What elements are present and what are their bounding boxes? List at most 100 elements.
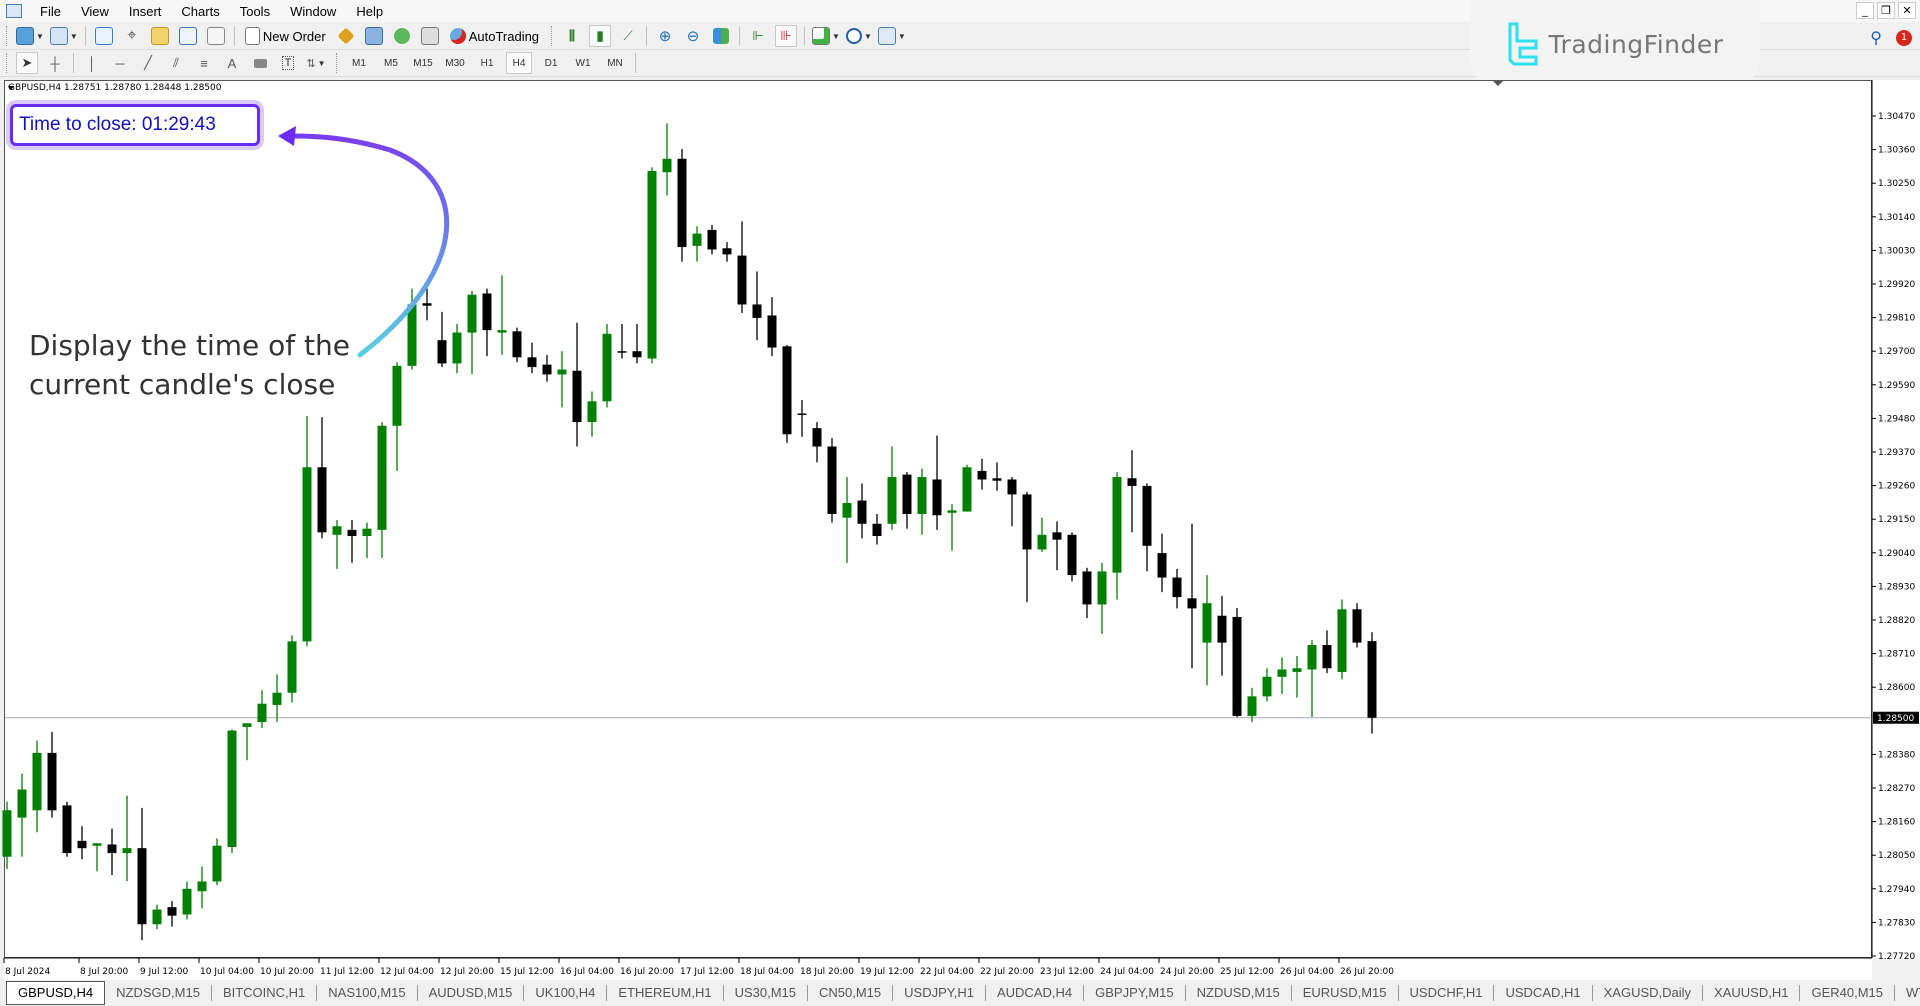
- time-tick-label: 22 Jul 20:00: [980, 967, 1034, 977]
- time-tick-label: 10 Jul 20:00: [260, 967, 314, 977]
- time-tick-label: 24 Jul 20:00: [1160, 967, 1214, 977]
- candle-body: [1337, 609, 1347, 672]
- candle-body: [1262, 676, 1272, 697]
- candle-body: [347, 529, 357, 536]
- price-tick-label: 1.29040: [1878, 549, 1915, 559]
- price-tick-label: 1.29810: [1878, 314, 1915, 324]
- price-tick-label: 1.28380: [1878, 750, 1915, 760]
- candle-body: [122, 848, 132, 854]
- symbol-tab[interactable]: XAUUSD,H1: [1703, 985, 1801, 1001]
- candle-body: [1082, 571, 1092, 605]
- candle-body: [1052, 532, 1062, 540]
- annotation-text: Display the time of the current candle's…: [29, 326, 350, 404]
- symbol-tab[interactable]: USDCHF,H1: [1399, 985, 1495, 1001]
- symbol-tab[interactable]: GBPUSD,H4: [6, 981, 106, 1005]
- time-tick-label: 19 Jul 12:00: [860, 967, 914, 977]
- symbol-tab[interactable]: NZDUSD,M15: [1186, 985, 1292, 1001]
- candle-body: [557, 369, 567, 375]
- candle-body: [1142, 485, 1152, 546]
- candle-body: [1232, 616, 1242, 716]
- price-tick-label: 1.29260: [1878, 482, 1915, 492]
- candle-body: [197, 881, 207, 892]
- annotation-line-2: current candle's close: [29, 368, 336, 401]
- candle-body: [77, 840, 87, 849]
- candle-body: [857, 500, 867, 524]
- symbol-tab[interactable]: ETHEREUM,H1: [607, 985, 724, 1001]
- symbol-tab[interactable]: UK100,H4: [524, 985, 608, 1001]
- candle-body: [692, 233, 702, 246]
- price-tick-label: 1.29590: [1878, 381, 1915, 391]
- candle-body: [32, 752, 42, 811]
- symbol-tab[interactable]: NZDSGD,M15: [105, 985, 212, 1001]
- time-tick-label: 17 Jul 12:00: [680, 967, 734, 977]
- candle-body: [1367, 641, 1377, 718]
- price-tick-label: 1.27720: [1878, 952, 1915, 962]
- time-tick-label: 12 Jul 20:00: [440, 967, 494, 977]
- symbol-tab[interactable]: AUDCAD,H4: [986, 985, 1085, 1001]
- time-tick-label: 9 Jul 12:00: [140, 967, 189, 977]
- candle-body: [1097, 571, 1107, 605]
- symbol-tab[interactable]: BITCOINC,H1: [212, 985, 318, 1001]
- candle-body: [362, 528, 372, 536]
- candle-body: [182, 888, 192, 915]
- candle-body: [2, 810, 12, 857]
- time-tick-label: 25 Jul 12:00: [1220, 967, 1274, 977]
- candle-body: [1292, 668, 1302, 672]
- time-tick-label: 15 Jul 12:00: [500, 967, 554, 977]
- candle-body: [17, 789, 27, 818]
- candle-body: [782, 346, 792, 435]
- candlestick-chart: 1.30470 1.30360 1.30250 1.30140 1.30030 1.299…: [2, 80, 1919, 977]
- symbol-tab[interactable]: AUDUSD,M15: [418, 985, 525, 1001]
- symbol-tab[interactable]: EURUSD,M15: [1292, 985, 1399, 1001]
- candle-body: [572, 370, 582, 423]
- symbol-tab[interactable]: GER40,M15: [1800, 985, 1895, 1001]
- price-tick-label: 1.29150: [1878, 515, 1915, 525]
- symbol-tab[interactable]: NAS100,M15: [317, 985, 418, 1001]
- price-tick-label: 1.28820: [1878, 616, 1915, 626]
- candle-body: [1202, 603, 1212, 643]
- candle-body: [1217, 615, 1227, 643]
- candle-body: [452, 332, 462, 364]
- candle-body: [1307, 645, 1317, 670]
- price-tick-label: 1.30360: [1878, 146, 1915, 156]
- candle-body: [1022, 494, 1032, 550]
- price-tick-label: 1.30140: [1878, 213, 1915, 223]
- candle-body: [227, 730, 237, 847]
- candle-body: [722, 248, 732, 255]
- price-tick-label: 1.29480: [1878, 414, 1915, 424]
- candle-body: [797, 413, 807, 416]
- symbol-tab[interactable]: XAGUSD,Daily: [1593, 985, 1704, 1001]
- time-tick-label: 8 Jul 2024: [5, 967, 50, 977]
- time-to-close-label: Time to close: 01:29:43: [10, 104, 260, 146]
- candle-body: [137, 848, 147, 925]
- time-tick-label: 24 Jul 04:00: [1100, 967, 1154, 977]
- symbol-tab[interactable]: WTI,H4: [1895, 985, 1920, 1001]
- candle-body: [287, 641, 297, 693]
- candle-body: [1352, 609, 1362, 643]
- chart-symbol-header: GBPUSD,H4 1.28751 1.28780 1.28448 1.2850…: [8, 83, 222, 93]
- time-tick-label: 12 Jul 04:00: [380, 967, 434, 977]
- time-tick-label: 26 Jul 04:00: [1280, 967, 1334, 977]
- candle-body: [467, 294, 477, 333]
- symbol-tab[interactable]: GBPJPY,M15: [1084, 985, 1186, 1001]
- candle-body: [1322, 645, 1332, 669]
- time-tick-label: 8 Jul 20:00: [80, 967, 129, 977]
- symbol-tab[interactable]: US30,M15: [724, 985, 808, 1001]
- candle-body: [317, 467, 327, 533]
- candle-body: [1247, 696, 1257, 716]
- candle-body: [977, 470, 987, 480]
- candle-body: [632, 351, 642, 358]
- price-tick-label: 1.28160: [1878, 818, 1915, 828]
- symbol-tab[interactable]: CN50,M15: [808, 985, 894, 1001]
- candle-body: [827, 446, 837, 515]
- price-tick-label: 1.28600: [1878, 683, 1915, 693]
- price-tick-label: 1.30030: [1878, 246, 1915, 256]
- time-tick-label: 11 Jul 12:00: [320, 967, 374, 977]
- candle-body: [752, 304, 762, 318]
- symbol-tab[interactable]: USDJPY,H1: [893, 985, 986, 1001]
- candle-body: [1067, 534, 1077, 576]
- symbol-tab[interactable]: USDCAD,H1: [1494, 985, 1593, 1001]
- candle-body: [947, 510, 957, 513]
- price-tick-label: 1.28270: [1878, 784, 1915, 794]
- price-tick-label: 1.28930: [1878, 582, 1915, 592]
